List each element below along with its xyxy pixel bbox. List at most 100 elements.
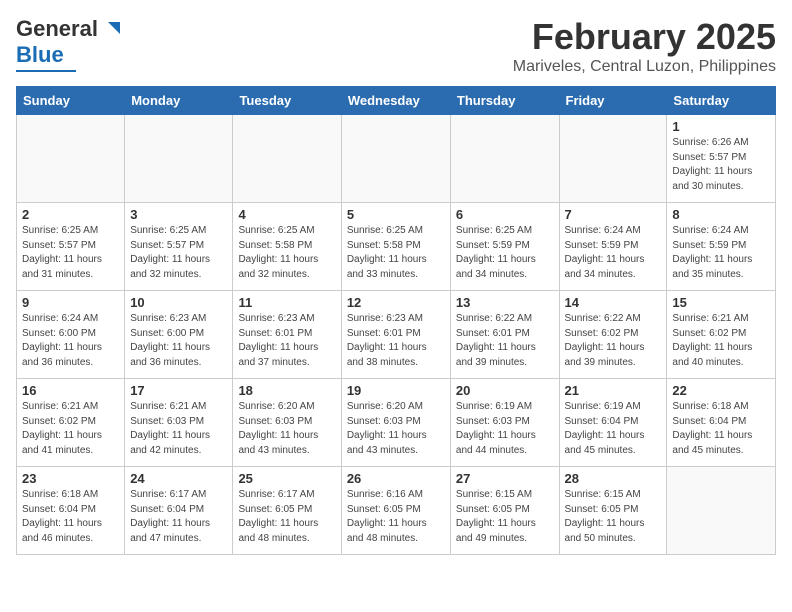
- day-info: Sunrise: 6:18 AMSunset: 6:04 PMDaylight:…: [672, 400, 770, 458]
- day-info: Sunrise: 6:24 AMSunset: 6:00 PMDaylight:…: [22, 312, 119, 370]
- calendar-cell: 15 Sunrise: 6:21 AMSunset: 6:02 PMDayligh…: [667, 291, 776, 379]
- day-number: 9: [22, 295, 119, 310]
- calendar-cell: 18 Sunrise: 6:20 AMSunset: 6:03 PMDayligh…: [233, 379, 341, 467]
- calendar-cell: [233, 115, 341, 203]
- calendar-title-block: February 2025 Mariveles, Central Luzon, …: [513, 16, 776, 76]
- day-number: 12: [347, 295, 445, 310]
- week-row-1: 2 Sunrise: 6:25 AMSunset: 5:57 PMDaylight…: [17, 203, 776, 291]
- calendar-header-row: SundayMondayTuesdayWednesdayThursdayFrid…: [17, 87, 776, 115]
- day-number: 10: [130, 295, 227, 310]
- calendar-table: SundayMondayTuesdayWednesdayThursdayFrid…: [16, 86, 776, 555]
- day-number: 3: [130, 207, 227, 222]
- day-info: Sunrise: 6:24 AMSunset: 5:59 PMDaylight:…: [672, 224, 770, 282]
- calendar-cell: 1Sunrise: 6:26 AMSunset: 5:57 PMDaylight…: [667, 115, 776, 203]
- day-number: 4: [238, 207, 335, 222]
- day-info: Sunrise: 6:22 AMSunset: 6:01 PMDaylight:…: [456, 312, 554, 370]
- day-number: 2: [22, 207, 119, 222]
- day-info: Sunrise: 6:15 AMSunset: 6:05 PMDaylight:…: [456, 488, 554, 546]
- day-info: Sunrise: 6:22 AMSunset: 6:02 PMDaylight:…: [565, 312, 662, 370]
- day-number: 22: [672, 383, 770, 398]
- day-number: 20: [456, 383, 554, 398]
- day-info: Sunrise: 6:25 AMSunset: 5:59 PMDaylight:…: [456, 224, 554, 282]
- calendar-cell: 6Sunrise: 6:25 AMSunset: 5:59 PMDaylight…: [450, 203, 559, 291]
- day-info: Sunrise: 6:15 AMSunset: 6:05 PMDaylight:…: [565, 488, 662, 546]
- day-number: 13: [456, 295, 554, 310]
- logo-text-blue: Blue: [16, 42, 64, 68]
- calendar-cell: [450, 115, 559, 203]
- calendar-cell: 11Sunrise: 6:23 AMSunset: 6:01 PMDayligh…: [233, 291, 341, 379]
- logo-underline: [16, 70, 76, 72]
- col-header-saturday: Saturday: [667, 87, 776, 115]
- day-info: Sunrise: 6:20 AMSunset: 6:03 PMDaylight:…: [238, 400, 335, 458]
- day-info: Sunrise: 6:17 AMSunset: 6:04 PMDaylight:…: [130, 488, 227, 546]
- calendar-cell: 3 Sunrise: 6:25 AMSunset: 5:57 PMDaylight…: [125, 203, 233, 291]
- calendar-cell: 27Sunrise: 6:15 AMSunset: 6:05 PMDayligh…: [450, 467, 559, 555]
- day-number: 18: [238, 383, 335, 398]
- calendar-cell: 7 Sunrise: 6:24 AMSunset: 5:59 PMDaylight…: [559, 203, 667, 291]
- calendar-cell: 23 Sunrise: 6:18 AMSunset: 6:04 PMDayligh…: [17, 467, 125, 555]
- day-number: 5: [347, 207, 445, 222]
- day-info: Sunrise: 6:25 AMSunset: 5:57 PMDaylight:…: [130, 224, 227, 282]
- col-header-wednesday: Wednesday: [341, 87, 450, 115]
- day-info: Sunrise: 6:25 AMSunset: 5:58 PMDaylight:…: [238, 224, 335, 282]
- calendar-cell: 9 Sunrise: 6:24 AMSunset: 6:00 PMDaylight…: [17, 291, 125, 379]
- calendar-cell: 19 Sunrise: 6:20 AMSunset: 6:03 PMDayligh…: [341, 379, 450, 467]
- week-row-3: 16 Sunrise: 6:21 AMSunset: 6:02 PMDayligh…: [17, 379, 776, 467]
- day-number: 16: [22, 383, 119, 398]
- day-info: Sunrise: 6:19 AMSunset: 6:03 PMDaylight:…: [456, 400, 554, 458]
- day-info: Sunrise: 6:21 AMSunset: 6:02 PMDaylight:…: [22, 400, 119, 458]
- calendar-cell: [559, 115, 667, 203]
- calendar-cell: 20 Sunrise: 6:19 AMSunset: 6:03 PMDayligh…: [450, 379, 559, 467]
- calendar-cell: 4 Sunrise: 6:25 AMSunset: 5:58 PMDaylight…: [233, 203, 341, 291]
- calendar-cell: 8 Sunrise: 6:24 AMSunset: 5:59 PMDaylight…: [667, 203, 776, 291]
- calendar-cell: [341, 115, 450, 203]
- day-number: 24: [130, 471, 227, 486]
- calendar-month-year: February 2025: [513, 16, 776, 58]
- col-header-friday: Friday: [559, 87, 667, 115]
- calendar-location: Mariveles, Central Luzon, Philippines: [513, 58, 776, 76]
- day-info: Sunrise: 6:25 AMSunset: 5:58 PMDaylight:…: [347, 224, 445, 282]
- logo-triangle-icon: [100, 18, 122, 40]
- calendar-cell: 17 Sunrise: 6:21 AMSunset: 6:03 PMDayligh…: [125, 379, 233, 467]
- col-header-monday: Monday: [125, 87, 233, 115]
- calendar-cell: [125, 115, 233, 203]
- day-info: Sunrise: 6:21 AMSunset: 6:03 PMDaylight:…: [130, 400, 227, 458]
- day-number: 26: [347, 471, 445, 486]
- logo-text-general: General: [16, 16, 98, 42]
- day-info: Sunrise: 6:24 AMSunset: 5:59 PMDaylight:…: [565, 224, 662, 282]
- calendar-cell: 26 Sunrise: 6:16 AMSunset: 6:05 PMDayligh…: [341, 467, 450, 555]
- day-number: 25: [238, 471, 335, 486]
- col-header-thursday: Thursday: [450, 87, 559, 115]
- calendar-cell: 5 Sunrise: 6:25 AMSunset: 5:58 PMDaylight…: [341, 203, 450, 291]
- calendar-cell: 16 Sunrise: 6:21 AMSunset: 6:02 PMDayligh…: [17, 379, 125, 467]
- calendar-cell: 25Sunrise: 6:17 AMSunset: 6:05 PMDayligh…: [233, 467, 341, 555]
- day-number: 19: [347, 383, 445, 398]
- week-row-2: 9 Sunrise: 6:24 AMSunset: 6:00 PMDaylight…: [17, 291, 776, 379]
- calendar-cell: 2 Sunrise: 6:25 AMSunset: 5:57 PMDaylight…: [17, 203, 125, 291]
- day-info: Sunrise: 6:19 AMSunset: 6:04 PMDaylight:…: [565, 400, 662, 458]
- day-info: Sunrise: 6:25 AMSunset: 5:57 PMDaylight:…: [22, 224, 119, 282]
- day-info: Sunrise: 6:16 AMSunset: 6:05 PMDaylight:…: [347, 488, 445, 546]
- day-number: 7: [565, 207, 662, 222]
- calendar-cell: 13 Sunrise: 6:22 AMSunset: 6:01 PMDayligh…: [450, 291, 559, 379]
- day-info: Sunrise: 6:23 AMSunset: 6:01 PMDaylight:…: [347, 312, 445, 370]
- day-number: 8: [672, 207, 770, 222]
- calendar-cell: 10 Sunrise: 6:23 AMSunset: 6:00 PMDayligh…: [125, 291, 233, 379]
- calendar-cell: 22 Sunrise: 6:18 AMSunset: 6:04 PMDayligh…: [667, 379, 776, 467]
- week-row-4: 23 Sunrise: 6:18 AMSunset: 6:04 PMDayligh…: [17, 467, 776, 555]
- col-header-tuesday: Tuesday: [233, 87, 341, 115]
- logo: General Blue: [16, 16, 122, 72]
- day-info: Sunrise: 6:23 AMSunset: 6:00 PMDaylight:…: [130, 312, 227, 370]
- day-info: Sunrise: 6:26 AMSunset: 5:57 PMDaylight:…: [672, 136, 770, 194]
- day-info: Sunrise: 6:18 AMSunset: 6:04 PMDaylight:…: [22, 488, 119, 546]
- col-header-sunday: Sunday: [17, 87, 125, 115]
- day-info: Sunrise: 6:23 AMSunset: 6:01 PMDaylight:…: [238, 312, 335, 370]
- calendar-cell: [17, 115, 125, 203]
- day-number: 23: [22, 471, 119, 486]
- calendar-cell: 21Sunrise: 6:19 AMSunset: 6:04 PMDayligh…: [559, 379, 667, 467]
- day-info: Sunrise: 6:21 AMSunset: 6:02 PMDaylight:…: [672, 312, 770, 370]
- day-number: 15: [672, 295, 770, 310]
- day-number: 17: [130, 383, 227, 398]
- week-row-0: 1Sunrise: 6:26 AMSunset: 5:57 PMDaylight…: [17, 115, 776, 203]
- day-info: Sunrise: 6:20 AMSunset: 6:03 PMDaylight:…: [347, 400, 445, 458]
